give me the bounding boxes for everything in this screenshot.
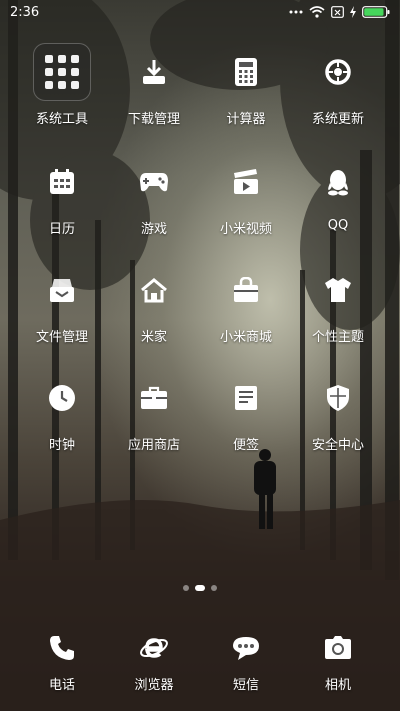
page-indicator[interactable]: [0, 585, 400, 591]
folder-icon: [33, 43, 91, 101]
app-label: 安全中心: [311, 438, 364, 453]
briefcase-icon: [141, 386, 167, 409]
app-label: 应用商店: [127, 438, 180, 453]
file-manager-icon: [50, 279, 74, 302]
browser-icon: [140, 638, 168, 658]
qq-icon: [328, 170, 348, 196]
charging-icon: [350, 6, 356, 18]
app-row: 日历 游戏 小米视频 QQ: [0, 150, 400, 250]
page-dot[interactable]: [183, 585, 189, 591]
app-label: 小米视频: [219, 222, 272, 237]
app-qq[interactable]: QQ: [290, 150, 386, 233]
page-dot[interactable]: [211, 585, 217, 591]
status-time: 2:36: [10, 4, 40, 20]
app-label: 计算器: [226, 112, 266, 127]
calculator-icon: [235, 58, 257, 86]
app-label: 米家: [140, 330, 167, 345]
app-label: 时钟: [48, 438, 75, 453]
video-icon: [234, 169, 258, 194]
battery-level: [364, 8, 384, 16]
dock: 电话 浏览器 短信 相机: [0, 626, 400, 706]
download-icon: [143, 60, 165, 84]
app-row: 系统工具 下载管理 计算器 系统更新: [0, 40, 400, 140]
camera-icon: [325, 636, 351, 659]
store-bag-icon: [234, 277, 258, 302]
tshirt-icon: [325, 278, 351, 302]
app-calculator[interactable]: 计算器: [198, 40, 294, 127]
phone-icon: [50, 636, 74, 660]
app-label: 系统更新: [311, 112, 364, 127]
app-label: 日历: [48, 222, 75, 237]
app-games[interactable]: 游戏: [106, 150, 202, 237]
update-icon: [325, 59, 351, 85]
signal-dots-icon: [289, 10, 303, 14]
app-security[interactable]: 安全中心: [290, 366, 386, 453]
app-row: 时钟 应用商店 便签 安全中心: [0, 366, 400, 466]
app-label: QQ: [327, 218, 349, 233]
app-system-tools[interactable]: 系统工具: [14, 40, 110, 127]
app-label: 下载管理: [127, 112, 180, 127]
app-notes[interactable]: 便签: [198, 366, 294, 453]
app-label: 系统工具: [35, 112, 88, 127]
dock-camera[interactable]: 相机: [290, 626, 386, 693]
dock-phone[interactable]: 电话: [14, 626, 110, 693]
app-themes[interactable]: 个性主题: [290, 258, 386, 345]
app-label: 小米商城: [219, 330, 272, 345]
calendar-icon: [50, 169, 74, 194]
app-label: 便签: [232, 438, 259, 453]
home-icon: [141, 278, 167, 303]
app-mi-home[interactable]: 米家: [106, 258, 202, 345]
app-label: 电话: [48, 678, 75, 693]
app-mi-video[interactable]: 小米视频: [198, 150, 294, 237]
dock-messages[interactable]: 短信: [198, 626, 294, 693]
dock-browser[interactable]: 浏览器: [106, 626, 202, 693]
page-dot[interactable]: [195, 585, 205, 591]
shield-icon: [327, 385, 349, 411]
note-icon: [235, 386, 257, 410]
app-label: 文件管理: [35, 330, 88, 345]
sim-icon: [331, 6, 344, 18]
app-app-store[interactable]: 应用商店: [106, 366, 202, 453]
app-label: 浏览器: [134, 678, 174, 693]
message-icon: [233, 637, 259, 660]
app-file-manager[interactable]: 文件管理: [14, 258, 110, 345]
app-label: 短信: [232, 678, 259, 693]
app-label: 相机: [324, 678, 351, 693]
app-mi-store[interactable]: 小米商城: [198, 258, 294, 345]
app-calendar[interactable]: 日历: [14, 150, 110, 237]
app-downloads[interactable]: 下载管理: [106, 40, 202, 127]
battery-icon: [362, 6, 390, 18]
app-row: 文件管理 米家 小米商城 个性主题: [0, 258, 400, 358]
app-system-update[interactable]: 系统更新: [290, 40, 386, 127]
app-label: 游戏: [140, 222, 167, 237]
gamepad-icon: [140, 173, 168, 192]
wifi-icon: [309, 6, 325, 18]
app-clock[interactable]: 时钟: [14, 366, 110, 453]
app-label: 个性主题: [311, 330, 364, 345]
clock-icon: [49, 385, 75, 411]
status-bar: 2:36: [0, 0, 400, 24]
